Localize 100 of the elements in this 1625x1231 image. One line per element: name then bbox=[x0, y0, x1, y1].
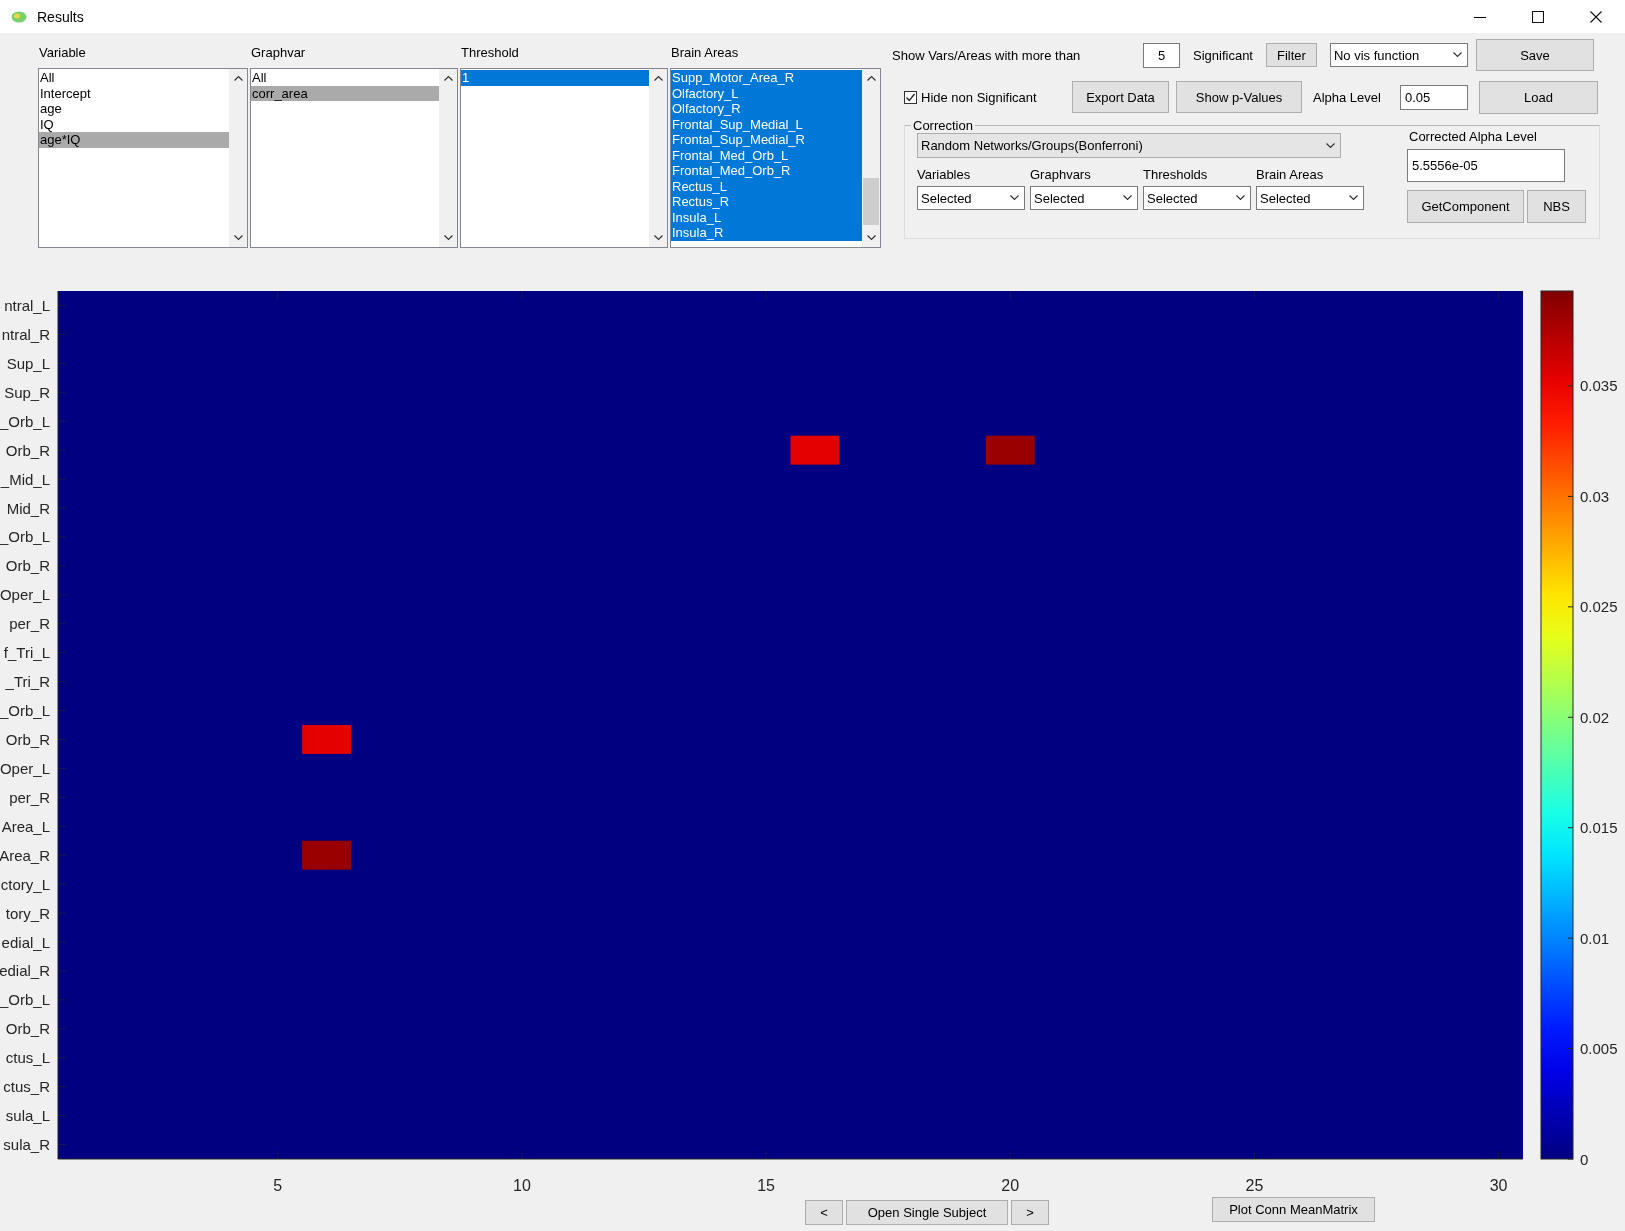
prev-button[interactable]: < bbox=[805, 1200, 843, 1225]
scrollbar[interactable] bbox=[862, 69, 880, 247]
list-item[interactable]: All bbox=[39, 70, 229, 86]
row-label: f_Tri_L bbox=[3, 644, 50, 662]
list-item[interactable]: age bbox=[39, 101, 229, 117]
x-tick-label: 20 bbox=[1001, 1177, 1020, 1194]
row-label: Orb_R bbox=[5, 441, 50, 459]
row-label: sula_R bbox=[3, 1136, 50, 1154]
row-label: Oper_L bbox=[0, 586, 50, 604]
count-field[interactable]: 5 bbox=[1143, 42, 1180, 68]
row-label: ctus_R bbox=[3, 1078, 50, 1096]
row-label: edial_L bbox=[1, 933, 50, 951]
colorbar-tick-label: 0.015 bbox=[1580, 819, 1618, 837]
dropdown-caret-icon bbox=[1453, 52, 1462, 58]
scrollbar[interactable] bbox=[229, 69, 247, 247]
nbs-button[interactable]: NBS bbox=[1527, 190, 1586, 223]
scope-label: Variables bbox=[917, 166, 972, 184]
dropdown-caret-icon bbox=[1349, 195, 1358, 201]
scroll-down-icon bbox=[233, 235, 243, 241]
load-button[interactable]: Load bbox=[1479, 80, 1598, 114]
row-label: Area_R bbox=[0, 846, 50, 864]
scroll-down-icon bbox=[653, 235, 663, 241]
scope-dropdown[interactable]: Selected bbox=[917, 186, 1025, 210]
dropdown-caret-icon bbox=[1326, 142, 1335, 149]
dropdown-caret-icon bbox=[1123, 195, 1132, 201]
row-label: _Orb_L bbox=[0, 991, 50, 1009]
corrected-alpha-label: Corrected Alpha Level bbox=[1409, 130, 1538, 144]
alpha-level-field[interactable]: 0.05 bbox=[1400, 84, 1468, 110]
maximize-icon[interactable] bbox=[1532, 10, 1544, 23]
x-tick-label: 25 bbox=[1245, 1177, 1264, 1194]
close-icon[interactable] bbox=[1590, 10, 1602, 23]
filter-button[interactable]: Filter bbox=[1266, 43, 1317, 67]
row-label: _Orb_L bbox=[0, 412, 50, 430]
x-tick-label: 5 bbox=[273, 1177, 283, 1194]
scroll-up-icon bbox=[443, 75, 453, 81]
list-item[interactable]: IQ bbox=[39, 116, 229, 132]
list-box[interactable]: 1 bbox=[460, 68, 668, 248]
scroll-up-icon bbox=[653, 75, 663, 81]
app-icon bbox=[11, 10, 27, 23]
list-item[interactable]: Rectus_R bbox=[671, 194, 862, 210]
window-title: Results bbox=[37, 8, 84, 25]
significant-label: Significant bbox=[1193, 47, 1253, 63]
vis-function-dropdown[interactable]: No vis function bbox=[1330, 43, 1468, 67]
export-data-button[interactable]: Export Data bbox=[1072, 81, 1169, 113]
row-label: ctus_L bbox=[5, 1049, 50, 1067]
list-item[interactable]: age*IQ bbox=[39, 132, 229, 148]
show-p-values-button[interactable]: Show p-Values bbox=[1176, 81, 1302, 113]
scope-dropdown[interactable]: Selected bbox=[1143, 186, 1251, 210]
row-label: Sup_L bbox=[6, 354, 50, 372]
row-label: Orb_R bbox=[5, 557, 50, 575]
row-label: per_R bbox=[9, 788, 50, 806]
list-box[interactable]: All corr_area bbox=[250, 68, 458, 248]
heatmap-cell bbox=[302, 840, 351, 870]
x-tick-label: 15 bbox=[757, 1177, 775, 1194]
heatmap-cell bbox=[302, 725, 351, 754]
column-label: Graphvar bbox=[250, 44, 307, 62]
scroll-up-icon bbox=[233, 75, 243, 81]
scope-dropdown[interactable]: Selected bbox=[1030, 186, 1138, 210]
list-item[interactable]: Frontal_Sup_Medial_R bbox=[671, 132, 862, 148]
row-label: _Orb_L bbox=[0, 702, 50, 720]
row-label: ntral_L bbox=[4, 296, 50, 314]
scrollbar[interactable] bbox=[439, 69, 457, 247]
checkbox[interactable] bbox=[904, 90, 917, 104]
plot-mean-matrix-button[interactable]: Plot Conn MeanMatrix bbox=[1212, 1197, 1375, 1222]
scrollbar[interactable] bbox=[649, 69, 667, 247]
row-label: per_R bbox=[9, 615, 50, 633]
list-item[interactable]: corr_area bbox=[251, 85, 439, 101]
x-tick-label: 10 bbox=[513, 1177, 531, 1194]
alpha-level-label: Alpha Level bbox=[1313, 89, 1382, 105]
colorbar-tick-label: 0.02 bbox=[1580, 708, 1610, 726]
list-box[interactable]: Supp_Motor_Area_R Olfactory_L Olfactory_R Frontal_Sup_Medial_L Frontal_Sup_Medial_R Frontal_Med_Orb_L Frontal_Med_Orb_R Rectus_L Rectus_R Insula_L Insula_R bbox=[670, 68, 881, 248]
get-component-button[interactable]: GetComponent bbox=[1407, 190, 1524, 223]
scroll-thumb[interactable] bbox=[863, 178, 879, 225]
colorbar-tick-label: 0.005 bbox=[1580, 1040, 1618, 1058]
row-label: Orb_R bbox=[5, 730, 50, 748]
list-item[interactable]: 1 bbox=[461, 70, 649, 86]
colorbar-tick-label: 0 bbox=[1580, 1150, 1589, 1168]
list-item[interactable]: Insula_R bbox=[671, 225, 862, 241]
scroll-down-icon bbox=[443, 235, 453, 241]
row-label: ntral_R bbox=[1, 325, 50, 343]
open-single-subject-button[interactable]: Open Single Subject bbox=[846, 1200, 1008, 1225]
colorbar-tick-label: 0.025 bbox=[1580, 598, 1618, 616]
scope-dropdown[interactable]: Selected bbox=[1256, 186, 1364, 210]
scope-label: Thresholds bbox=[1143, 166, 1209, 184]
corrected-alpha-field[interactable]: 5.5556e-05 bbox=[1407, 149, 1565, 182]
list-item[interactable]: Intercept bbox=[39, 85, 229, 101]
correction-method-dropdown[interactable]: Random Networks/Groups(Bonferroni) bbox=[917, 133, 1341, 158]
list-item[interactable]: Olfactory_R bbox=[671, 101, 862, 117]
list-box[interactable]: All Intercept age IQ age*IQ bbox=[38, 68, 248, 248]
save-button[interactable]: Save bbox=[1476, 39, 1594, 71]
next-button[interactable]: > bbox=[1011, 1200, 1049, 1225]
colorbar-tick-label: 0.03 bbox=[1580, 487, 1610, 505]
dropdown-caret-icon bbox=[1010, 195, 1019, 201]
list-item[interactable]: Frontal_Med_Orb_R bbox=[671, 163, 862, 179]
row-label: edial_R bbox=[0, 962, 50, 980]
list-item[interactable]: All bbox=[251, 70, 439, 86]
dropdown-caret-icon bbox=[1236, 195, 1245, 201]
row-label: Mid_R bbox=[6, 499, 50, 517]
list-item[interactable]: Supp_Motor_Area_R bbox=[671, 70, 862, 86]
row-label: Sup_R bbox=[4, 383, 50, 401]
